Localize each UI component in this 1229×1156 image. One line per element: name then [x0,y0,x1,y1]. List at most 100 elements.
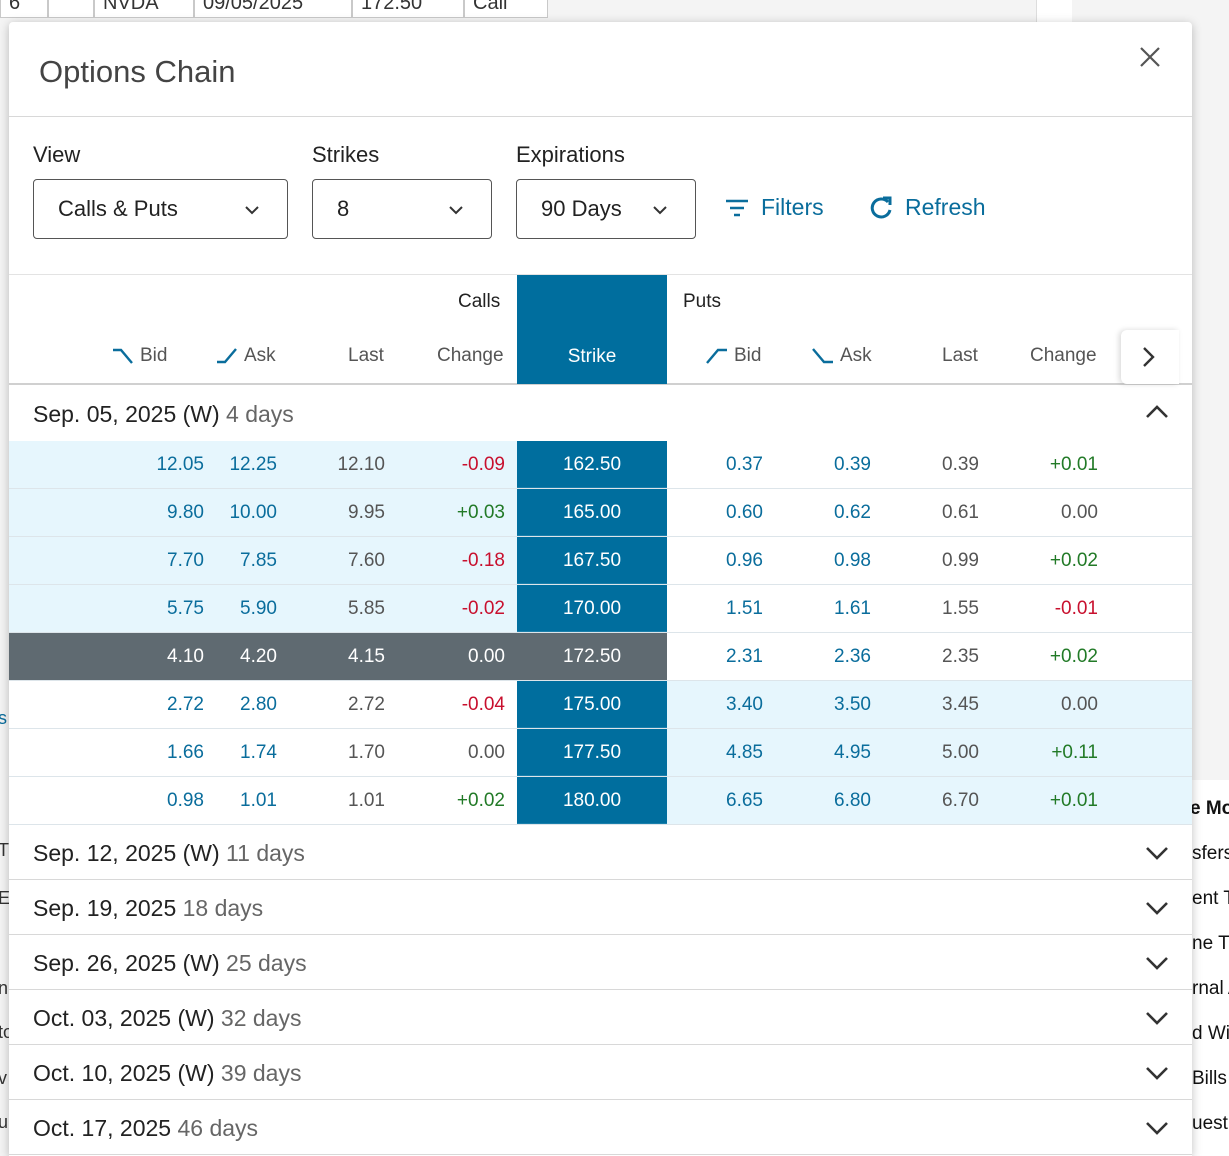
call-last-cell: 1.70 [348,742,385,763]
puts-group-header: Puts [683,291,722,312]
strike-cell: 180.00 [517,777,667,824]
call-ask-cell[interactable]: 5.90 [177,598,277,620]
scroll-columns-right-button[interactable] [1121,330,1179,384]
puts-ask-header[interactable]: Ask [812,345,872,367]
call-change-cell: +0.03 [456,502,505,523]
put-ask-cell[interactable]: 4.95 [771,742,871,764]
strikes-select-value: 8 [337,196,350,221]
expiration-row[interactable]: Oct. 03, 2025 (W) 32 days [9,990,1192,1045]
calls-last-header[interactable]: Last [348,345,384,367]
strike-cell: 167.50 [517,537,667,584]
put-ask-cell[interactable]: 2.36 [771,646,871,668]
strike-cell: 177.50 [517,729,667,776]
call-last-cell: 2.72 [348,694,385,715]
call-change-cell: +0.02 [456,790,505,811]
put-bid-cell[interactable]: 4.85 [663,742,763,764]
call-ask-cell[interactable]: 1.01 [177,790,277,812]
call-ask-cell[interactable]: 10.00 [177,502,277,524]
call-ask-cell[interactable]: 1.74 [177,742,277,764]
put-ask-cell[interactable]: 0.39 [771,454,871,476]
puts-ask-label: Ask [840,345,872,366]
expiration-days-label: 25 days [226,950,307,976]
put-bid-cell[interactable]: 0.37 [663,454,763,476]
filter-icon [726,199,748,216]
call-last-cell: 1.01 [348,790,385,811]
chevron-down-icon [1146,847,1168,860]
put-bid-cell[interactable]: 2.31 [663,646,763,668]
option-chain-row[interactable]: 9.80 10.00 9.95 +0.03 0.60 0.62 0.61 0.00 165.00 [9,489,1192,537]
puts-last-header[interactable]: Last [942,345,978,367]
put-ask-cell[interactable]: 0.98 [771,550,871,572]
bg-date-cell: 09/05/2025 [194,0,352,18]
call-ask-cell[interactable]: 2.80 [177,694,277,716]
put-bid-cell[interactable]: 1.51 [663,598,763,620]
expirations-label: Expirations [516,142,625,167]
close-button[interactable] [1135,42,1165,72]
calls-ask-header[interactable]: Ask [216,345,276,367]
chevron-down-icon [653,206,667,215]
bg-menu-fragment: rnal A [1192,978,1229,999]
option-chain-row[interactable]: 7.70 7.85 7.60 -0.18 0.96 0.98 0.99 +0.02 167.50 [9,537,1192,585]
bg-left-fragment: n [0,978,9,998]
put-bid-cell[interactable]: 3.40 [663,694,763,716]
put-bid-cell[interactable]: 6.65 [663,790,763,812]
expiration-row[interactable]: Sep. 19, 2025 18 days [9,880,1192,935]
bg-icon-cell [48,0,94,18]
put-bid-cell[interactable]: 0.60 [663,502,763,524]
put-ask-cell[interactable]: 0.62 [771,502,871,524]
option-chain-row[interactable]: 4.10 4.20 4.15 0.00 2.31 2.36 2.35 +0.02 172.50 [9,633,1192,681]
modal-header: Options Chain [9,22,1192,117]
expiration-days-label: 11 days [226,840,305,866]
refresh-button[interactable]: Refresh [869,194,986,221]
bg-left-fragment: u [0,1112,9,1132]
puts-bid-header[interactable]: Bid [706,345,761,367]
call-ask-cell[interactable]: 12.25 [177,454,277,476]
put-change-cell: +0.01 [1049,454,1098,475]
expiration-row[interactable]: Sep. 26, 2025 (W) 25 days [9,935,1192,990]
expiration-row[interactable]: Oct. 17, 2025 46 days [9,1100,1192,1155]
expiration-days-label: 39 days [220,1060,302,1086]
expiration-row[interactable]: Sep. 12, 2025 (W) 11 days [9,825,1192,880]
strikes-label: Strikes [312,142,380,167]
expiration-date-label: Sep. 12, 2025 (W) [33,840,220,866]
options-chain-modal: Options Chain View Calls & Puts Strikes … [9,22,1192,1156]
expiration-row[interactable]: Oct. 10, 2025 (W) 39 days [9,1045,1192,1100]
expiration-row-expanded[interactable]: Sep. 05, 2025 (W) 4 days [9,386,1192,441]
option-chain-row[interactable]: 1.66 1.74 1.70 0.00 4.85 4.95 5.00 +0.11 177.50 [9,729,1192,777]
expiration-days-label: 4 days [226,401,294,427]
option-chain-row[interactable]: 2.72 2.80 2.72 -0.04 3.40 3.50 3.45 0.00 175.00 [9,681,1192,729]
expirations-select[interactable]: 90 Days [516,179,696,239]
calls-ask-label: Ask [244,345,276,366]
put-last-cell: 6.70 [942,790,979,811]
puts-change-header[interactable]: Change [1030,345,1097,367]
expiration-date: Sep. 19, 2025 18 days [33,895,263,922]
option-chain-row[interactable]: 0.98 1.01 1.01 +0.02 6.65 6.80 6.70 +0.01 180.00 [9,777,1192,825]
chevron-down-icon [1146,957,1168,970]
put-ask-cell[interactable]: 6.80 [771,790,871,812]
strike-column-header[interactable]: Strike [517,275,667,384]
put-ask-cell[interactable]: 1.61 [771,598,871,620]
view-select[interactable]: Calls & Puts [33,179,288,239]
call-ask-cell[interactable]: 7.85 [177,550,277,572]
filters-button[interactable]: Filters [725,194,824,221]
refresh-label: Refresh [905,194,986,220]
chevron-down-icon [1146,902,1168,915]
put-change-cell: +0.11 [1051,742,1098,763]
put-bid-cell[interactable]: 0.96 [663,550,763,572]
put-change-cell: +0.01 [1049,790,1098,811]
sort-asc-icon [706,348,727,364]
option-chain-row[interactable]: 12.05 12.25 12.10 -0.09 0.37 0.39 0.39 +0.01 162… [9,441,1192,489]
expiration-days-label: 46 days [177,1115,259,1141]
strike-cell: 162.50 [517,441,667,488]
calls-bid-header[interactable]: Bid [112,345,167,367]
option-chain-row[interactable]: 5.75 5.90 5.85 -0.02 1.51 1.61 1.55 -0.01 170.00 [9,585,1192,633]
bg-qty-cell: 6 [0,0,48,18]
expiration-date-label: Oct. 10, 2025 (W) [33,1060,215,1086]
chevron-down-icon [1146,1012,1168,1025]
calls-change-header[interactable]: Change [437,345,504,367]
call-ask-cell[interactable]: 4.20 [177,646,277,668]
strikes-select[interactable]: 8 [312,179,492,239]
put-ask-cell[interactable]: 3.50 [771,694,871,716]
expiration-days-label: 32 days [220,1005,302,1031]
strike-cell: 175.00 [517,681,667,728]
